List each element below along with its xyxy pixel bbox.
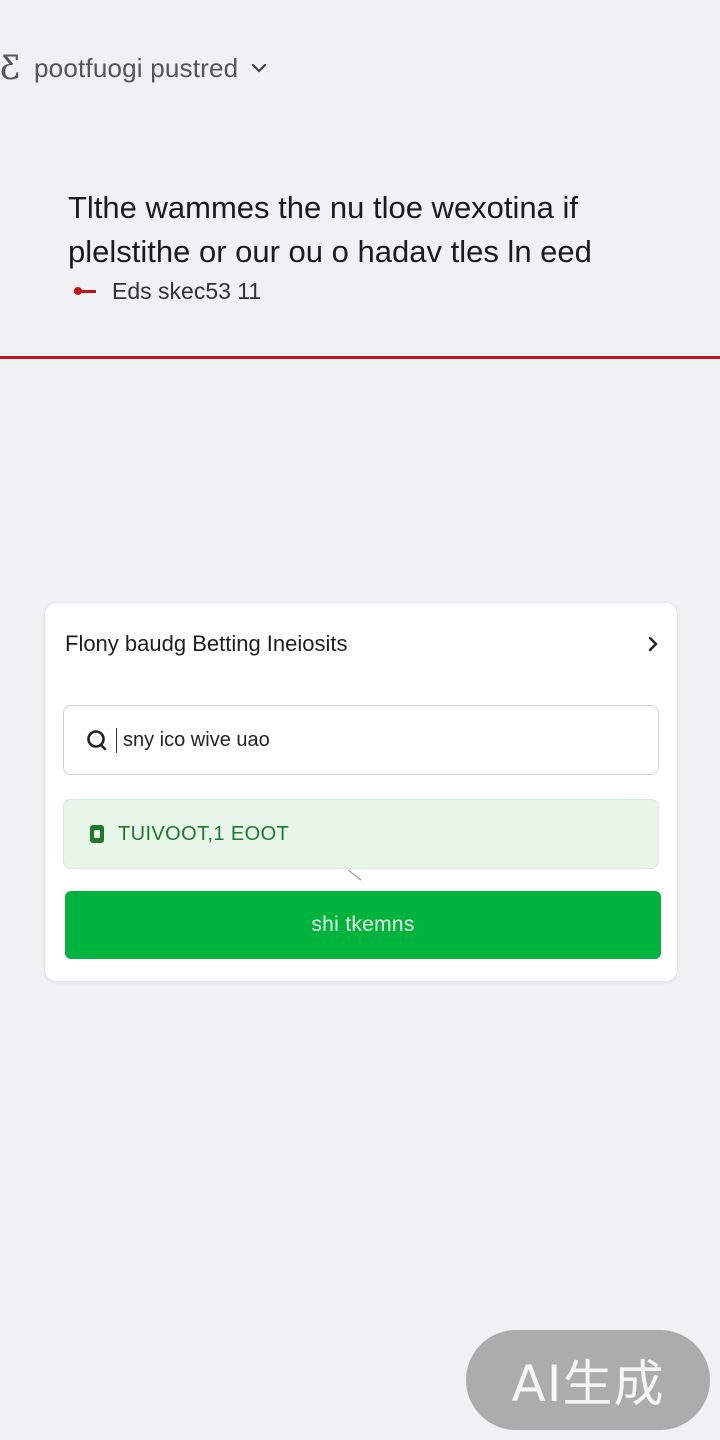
card: Flony baudg Betting Ineiosits TUIVOOT,1 …: [44, 602, 678, 982]
divider: [0, 356, 720, 359]
logo-icon: Ƹ: [0, 48, 20, 88]
search-input[interactable]: [116, 727, 625, 753]
status-box: TUIVOOT,1 EOOT: [63, 799, 659, 869]
tooltip-pointer: [347, 869, 362, 881]
meta-text: Eds skec53 11: [112, 278, 262, 304]
top-bar: Ƹ pootfuogi pustred: [0, 44, 268, 92]
headline: Tlthe wammes the nu tloe wexotina if ple…: [68, 190, 592, 269]
chevron-down-icon[interactable]: [250, 59, 268, 77]
meta-marker: [74, 287, 96, 295]
card-title: Flony baudg Betting Ineiosits: [65, 631, 348, 656]
page-title: pootfuogi pustred: [34, 52, 239, 83]
card-header[interactable]: Flony baudg Betting Ineiosits: [65, 627, 661, 661]
search-field[interactable]: [63, 705, 659, 775]
search-icon: [86, 729, 108, 751]
chevron-right-icon[interactable]: [645, 636, 661, 652]
status-icon: [88, 823, 106, 845]
watermark-badge: AI生成: [466, 1330, 710, 1430]
status-text: TUIVOOT,1 EOOT: [118, 822, 290, 845]
meta-row: Eds skec53 11: [74, 278, 261, 305]
submit-button[interactable]: shi tkemns: [65, 891, 661, 959]
